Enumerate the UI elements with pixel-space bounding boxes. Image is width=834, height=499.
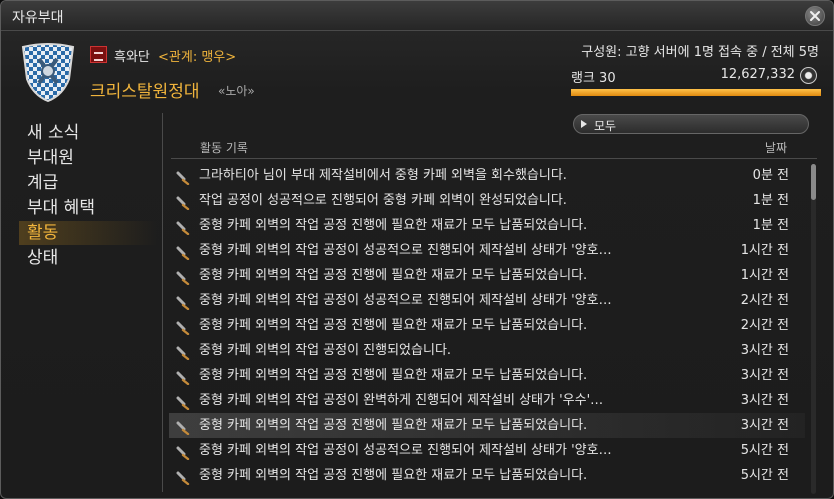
activity-row[interactable]: 그라하티아 님이 부대 제작설비에서 중형 카페 외벽을 회수했습니다. 0분 전 <box>169 163 805 188</box>
activity-time: 1시간 전 <box>740 268 789 283</box>
hammer-icon <box>176 219 190 236</box>
grand-company-name: 흑와단 <box>114 50 150 65</box>
activity-log-list: 그라하티아 님이 부대 제작설비에서 중형 카페 외벽을 회수했습니다. 0분 전… <box>169 163 805 488</box>
scrollbar-thumb[interactable] <box>811 164 816 200</box>
hammer-icon <box>176 269 190 286</box>
title-bar[interactable]: 자유부대 <box>1 1 833 31</box>
grand-company-relation: <관계: 맹우> <box>158 50 237 65</box>
rank-progress-fill <box>571 89 821 96</box>
hammer-icon <box>176 469 190 486</box>
activity-row[interactable]: 작업 공정이 성공적으로 진행되어 중형 카페 외벽이 완성되었습니다. 1분 전 <box>169 188 805 213</box>
hammer-icon <box>176 419 190 436</box>
window-title: 자유부대 <box>12 10 64 26</box>
activity-time: 5시간 전 <box>740 468 789 483</box>
sidebar: 새 소식 부대원 계급 부대 혜택 활동 상태 <box>1 113 161 498</box>
activity-row[interactable]: 중형 카페 외벽의 작업 공정 진행에 필요한 재료가 모두 납품되었습니다. 2… <box>169 313 805 338</box>
activity-row[interactable]: 중형 카페 외벽의 작업 공정이 성공적으로 진행되어 제작설비 상태가 '양호… <box>169 438 805 463</box>
hammer-icon <box>176 194 190 211</box>
free-company-window: 자유부대 흑와단 <관계: 맹우> 크리스탈원정대 «노아» 구성원: 고향 서… <box>0 0 834 499</box>
activity-time: 5시간 전 <box>740 443 789 458</box>
header-divider <box>171 158 817 159</box>
fc-rank: 랭크 30 <box>571 71 616 86</box>
activity-text: 중형 카페 외벽의 작업 공정 진행에 필요한 재료가 모두 납품되었습니다. <box>199 418 588 433</box>
hammer-icon <box>176 369 190 386</box>
sidebar-item-4[interactable]: 활동 <box>19 221 157 245</box>
activity-row[interactable]: 중형 카페 외벽의 작업 공정이 진행되었습니다. 3시간 전 <box>169 338 805 363</box>
activity-time: 1시간 전 <box>740 243 789 258</box>
activity-text: 중형 카페 외벽의 작업 공정 진행에 필요한 재료가 모두 납품되었습니다. <box>199 268 588 283</box>
activity-text: 중형 카페 외벽의 작업 공정 진행에 필요한 재료가 모두 납품되었습니다. <box>199 318 588 333</box>
column-header-activity: 활동 기록 <box>200 141 248 155</box>
activity-row[interactable]: 중형 카페 외벽의 작업 공정이 성공적으로 진행되어 제작설비 상태가 '양호… <box>169 238 805 263</box>
activity-row[interactable]: 중형 카페 외벽의 작업 공정 진행에 필요한 재료가 모두 납품되었습니다. 1… <box>169 263 805 288</box>
member-count: 구성원: 고향 서버에 1명 접속 중 / 전체 5명 <box>581 45 819 60</box>
activity-time: 1분 전 <box>752 218 789 233</box>
activity-row[interactable]: 중형 카페 외벽의 작업 공정 진행에 필요한 재료가 모두 납품되었습니다. 3… <box>169 413 805 438</box>
activity-text: 중형 카페 외벽의 작업 공정이 성공적으로 진행되어 제작설비 상태가 '양호… <box>199 293 612 308</box>
activity-text: 작업 공정이 성공적으로 진행되어 중형 카페 외벽이 완성되었습니다. <box>199 193 567 208</box>
sidebar-item-1[interactable]: 부대원 <box>19 146 157 170</box>
activity-text: 중형 카페 외벽의 작업 공정 진행에 필요한 재료가 모두 납품되었습니다. <box>199 468 588 483</box>
activity-text: 중형 카페 외벽의 작업 공정이 진행되었습니다. <box>199 343 452 358</box>
sidebar-item-5[interactable]: 상태 <box>19 246 157 270</box>
sidebar-divider <box>162 113 163 492</box>
activity-row[interactable]: 중형 카페 외벽의 작업 공정 진행에 필요한 재료가 모두 납품되었습니다. 5… <box>169 463 805 488</box>
activity-text: 중형 카페 외벽의 작업 공정이 성공적으로 진행되어 제작설비 상태가 '양호… <box>199 243 612 258</box>
activity-text: 중형 카페 외벽의 작업 공정 진행에 필요한 재료가 모두 납품되었습니다. <box>199 218 588 233</box>
activity-row[interactable]: 중형 카페 외벽의 작업 공정이 완벽하게 진행되어 제작설비 상태가 '우수'… <box>169 388 805 413</box>
rank-progress-bar <box>571 89 821 96</box>
activity-row[interactable]: 중형 카페 외벽의 작업 공정이 성공적으로 진행되어 제작설비 상태가 '양호… <box>169 288 805 313</box>
sidebar-item-3[interactable]: 부대 혜택 <box>19 196 157 220</box>
activity-time: 3시간 전 <box>740 418 789 433</box>
activity-text: 중형 카페 외벽의 작업 공정이 성공적으로 진행되어 제작설비 상태가 '양호… <box>199 443 612 458</box>
activity-time: 2시간 전 <box>740 293 789 308</box>
activity-time: 2시간 전 <box>740 318 789 333</box>
activity-row[interactable]: 중형 카페 외벽의 작업 공정 진행에 필요한 재료가 모두 납품되었습니다. 1… <box>169 213 805 238</box>
column-header-date: 날짜 <box>764 141 787 155</box>
activity-time: 3시간 전 <box>740 393 789 408</box>
hammer-icon <box>176 294 190 311</box>
fc-name: 크리스탈원정대 <box>90 82 200 102</box>
hammer-icon <box>176 394 190 411</box>
activity-time: 0분 전 <box>752 168 789 183</box>
activity-time: 3시간 전 <box>740 343 789 358</box>
activity-time: 3시간 전 <box>740 368 789 383</box>
activity-text: 중형 카페 외벽의 작업 공정이 완벽하게 진행되어 제작설비 상태가 '우수'… <box>199 393 604 408</box>
hammer-icon <box>176 444 190 461</box>
close-icon <box>810 11 820 21</box>
fc-points: 12,627,332 <box>720 67 795 82</box>
hammer-icon <box>176 319 190 336</box>
activity-text: 그라하티아 님이 부대 제작설비에서 중형 카페 외벽을 회수했습니다. <box>199 168 567 183</box>
scrollbar[interactable] <box>811 164 816 494</box>
sidebar-item-2[interactable]: 계급 <box>19 171 157 195</box>
fc-tag: «노아» <box>218 84 255 98</box>
company-credit-icon <box>800 67 817 84</box>
sidebar-item-0[interactable]: 새 소식 <box>19 121 157 145</box>
activity-filter-dropdown[interactable]: 모두 <box>573 114 809 134</box>
close-button[interactable] <box>805 6 825 26</box>
hammer-icon <box>176 169 190 186</box>
grand-company-icon <box>90 46 107 63</box>
fc-crest-icon <box>21 43 75 103</box>
activity-time: 1분 전 <box>752 193 789 208</box>
activity-row[interactable]: 중형 카페 외벽의 작업 공정 진행에 필요한 재료가 모두 납품되었습니다. 3… <box>169 363 805 388</box>
play-arrow-icon <box>581 120 587 128</box>
hammer-icon <box>176 344 190 361</box>
hammer-icon <box>176 244 190 261</box>
filter-label: 모두 <box>594 119 617 133</box>
activity-text: 중형 카페 외벽의 작업 공정 진행에 필요한 재료가 모두 납품되었습니다. <box>199 368 588 383</box>
